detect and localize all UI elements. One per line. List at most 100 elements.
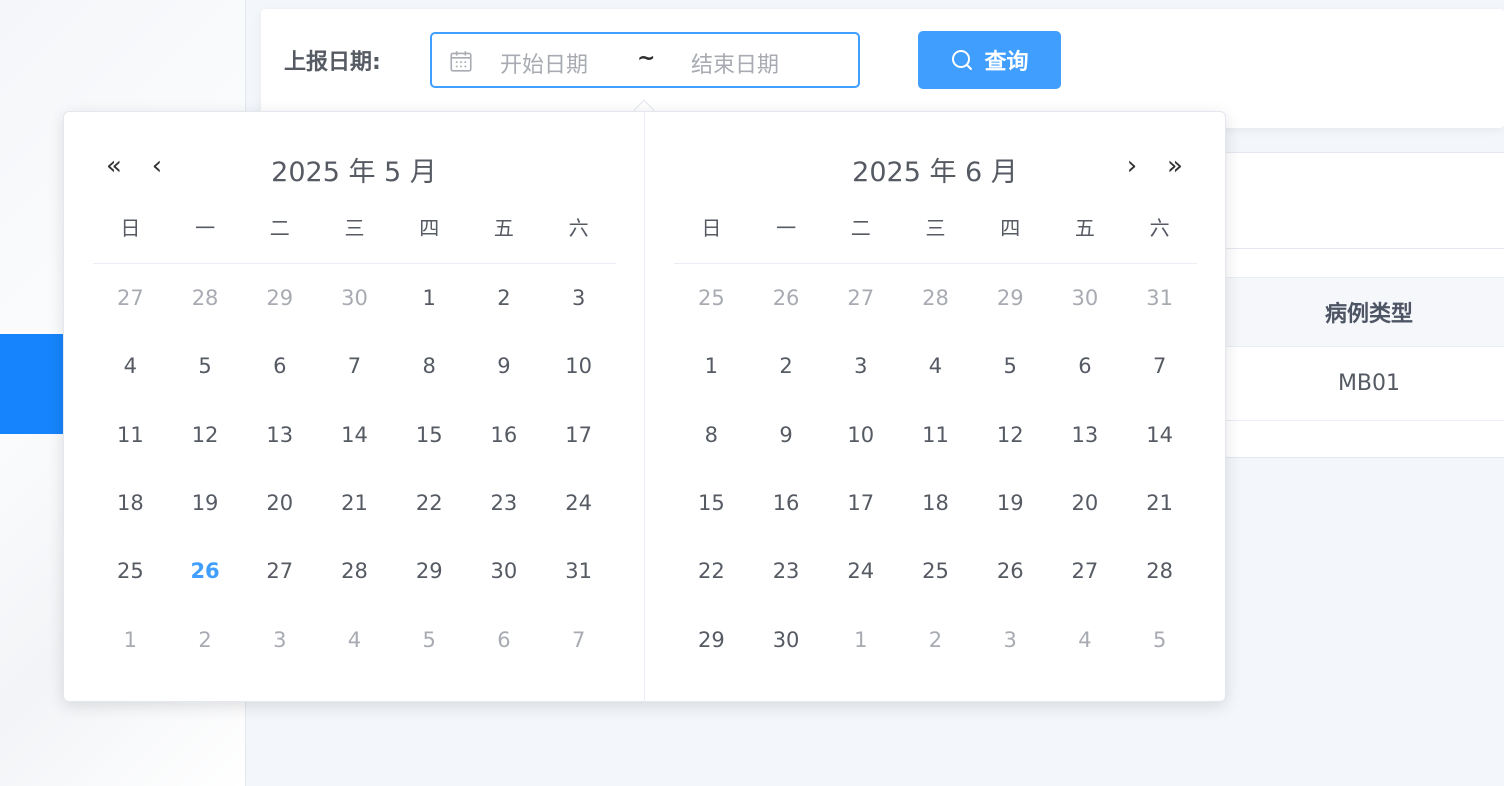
calendar-day[interactable]: 4 (93, 346, 168, 386)
calendar-day[interactable]: 22 (674, 551, 749, 591)
calendar-day[interactable]: 6 (467, 620, 542, 660)
calendar-day[interactable]: 3 (973, 620, 1048, 660)
calendar-day[interactable]: 15 (674, 483, 749, 523)
calendar-day[interactable]: 5 (973, 346, 1048, 386)
calendar-day[interactable]: 23 (749, 551, 824, 591)
calendar-day[interactable]: 22 (392, 483, 467, 523)
calendar-day[interactable]: 7 (541, 620, 616, 660)
table-row[interactable]: MB01 (1210, 347, 1504, 421)
calendar-day[interactable]: 2 (168, 620, 243, 660)
calendar-day[interactable]: 7 (1122, 346, 1197, 386)
calendar-day[interactable]: 17 (541, 415, 616, 455)
range-separator: ~ (637, 46, 656, 71)
calendar-day[interactable]: 30 (467, 551, 542, 591)
weekday-label: 五 (1074, 216, 1095, 240)
calendar-day[interactable]: 25 (674, 278, 749, 318)
calendar-day[interactable]: 20 (1048, 483, 1123, 523)
end-date-input[interactable]: 结束日期 (691, 47, 779, 79)
calendar-day[interactable]: 24 (823, 551, 898, 591)
calendar-week-row: 1234567 (93, 620, 616, 660)
calendar-day[interactable]: 14 (1122, 415, 1197, 455)
calendar-day[interactable]: 2 (467, 278, 542, 318)
calendar-day[interactable]: 21 (317, 483, 392, 523)
calendar-week-row: 4 5 6 7 8 9 10 (93, 346, 616, 386)
weekday-label: 四 (1000, 216, 1021, 240)
calendar-day[interactable]: 23 (467, 483, 542, 523)
calendar-day[interactable]: 2 (898, 620, 973, 660)
calendar-day[interactable]: 31 (1122, 278, 1197, 318)
calendar-day-today[interactable]: 26 (168, 551, 243, 591)
calendar-day[interactable]: 19 (168, 483, 243, 523)
calendar-day[interactable]: 20 (242, 483, 317, 523)
calendar-day[interactable]: 18 (93, 483, 168, 523)
calendar-day[interactable]: 28 (1122, 551, 1197, 591)
calendar-day[interactable]: 16 (467, 415, 542, 455)
weekday-label: 六 (568, 216, 589, 240)
calendar-day[interactable]: 3 (541, 278, 616, 318)
calendar-day[interactable]: 3 (823, 346, 898, 386)
calendar-day[interactable]: 29 (392, 551, 467, 591)
calendar-day[interactable]: 6 (242, 346, 317, 386)
calendar-day[interactable]: 4 (317, 620, 392, 660)
calendar-day[interactable]: 29 (973, 278, 1048, 318)
calendar-day[interactable]: 15 (392, 415, 467, 455)
calendar-day[interactable]: 30 (317, 278, 392, 318)
calendar-day[interactable]: 24 (541, 483, 616, 523)
calendar-day[interactable]: 27 (823, 278, 898, 318)
calendar-day[interactable]: 2 (749, 346, 824, 386)
calendar-day[interactable]: 5 (168, 346, 243, 386)
calendar-day[interactable]: 4 (898, 346, 973, 386)
calendar-week-row: 29 30 1 2 3 4 5 (674, 620, 1197, 660)
calendar-day[interactable]: 7 (317, 346, 392, 386)
calendar-day[interactable]: 10 (541, 346, 616, 386)
calendar-week-row: 11 12 13 14 15 16 17 (93, 415, 616, 455)
search-icon (952, 50, 973, 70)
calendar-day[interactable]: 29 (674, 620, 749, 660)
calendar-day[interactable]: 25 (93, 551, 168, 591)
calendar-day[interactable]: 8 (392, 346, 467, 386)
calendar-day[interactable]: 11 (93, 415, 168, 455)
calendar-day[interactable]: 27 (242, 551, 317, 591)
calendar-day[interactable]: 9 (749, 415, 824, 455)
calendar-day[interactable]: 31 (541, 551, 616, 591)
calendar-day[interactable]: 28 (317, 551, 392, 591)
calendar-day[interactable]: 6 (1048, 346, 1123, 386)
calendar-day[interactable]: 3 (242, 620, 317, 660)
calendar-day[interactable]: 5 (1122, 620, 1197, 660)
calendar-day[interactable]: 12 (168, 415, 243, 455)
calendar-day[interactable]: 26 (749, 278, 824, 318)
calendar-day[interactable]: 1 (93, 620, 168, 660)
calendar-day[interactable]: 27 (93, 278, 168, 318)
calendar-day[interactable]: 13 (242, 415, 317, 455)
calendar-day[interactable]: 30 (749, 620, 824, 660)
calendar-day[interactable]: 26 (973, 551, 1048, 591)
search-button[interactable]: 查询 (918, 31, 1061, 89)
calendar-day[interactable]: 12 (973, 415, 1048, 455)
calendar-day[interactable]: 5 (392, 620, 467, 660)
calendar-day[interactable]: 19 (973, 483, 1048, 523)
calendar-day[interactable]: 21 (1122, 483, 1197, 523)
calendar-day[interactable]: 13 (1048, 415, 1123, 455)
calendar-day[interactable]: 28 (898, 278, 973, 318)
start-date-input[interactable]: 开始日期 (500, 47, 588, 79)
calendar-day[interactable]: 14 (317, 415, 392, 455)
calendar-day[interactable]: 4 (1048, 620, 1123, 660)
calendar-day[interactable]: 10 (823, 415, 898, 455)
weekday-label: 三 (925, 216, 946, 240)
calendar-day[interactable]: 30 (1048, 278, 1123, 318)
calendar-day[interactable]: 17 (823, 483, 898, 523)
calendar-day[interactable]: 28 (168, 278, 243, 318)
calendar-day[interactable]: 16 (749, 483, 824, 523)
calendar-day[interactable]: 1 (392, 278, 467, 318)
calendar-day[interactable]: 27 (1048, 551, 1123, 591)
calendar-day[interactable]: 8 (674, 415, 749, 455)
calendar-day[interactable]: 1 (674, 346, 749, 386)
calendar-day[interactable]: 29 (242, 278, 317, 318)
calendar-day[interactable]: 18 (898, 483, 973, 523)
date-range-input[interactable]: 开始日期 ~ 结束日期 (430, 32, 860, 88)
calendar-day[interactable]: 9 (467, 346, 542, 386)
calendar-day[interactable]: 25 (898, 551, 973, 591)
table-toolbar (1210, 153, 1504, 249)
calendar-day[interactable]: 11 (898, 415, 973, 455)
calendar-day[interactable]: 1 (823, 620, 898, 660)
